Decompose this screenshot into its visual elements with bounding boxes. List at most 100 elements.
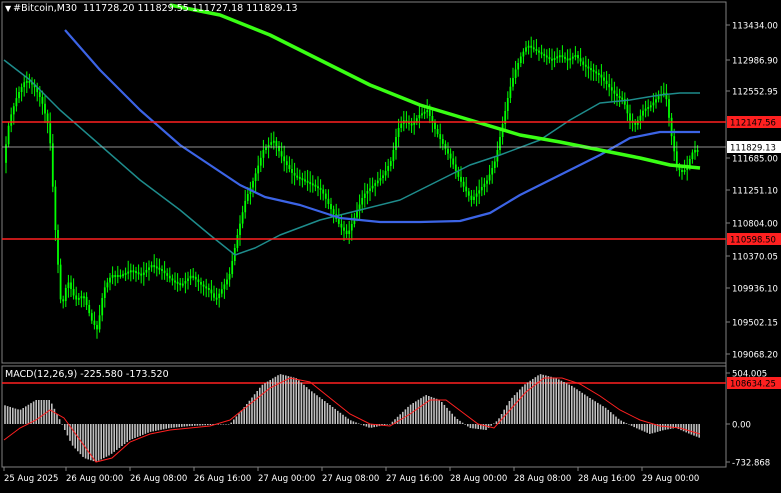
macd-histogram-bar <box>571 385 573 424</box>
candle-body <box>109 277 111 283</box>
candle-body <box>587 66 590 69</box>
candle-body <box>228 274 231 280</box>
macd-histogram-bar <box>558 379 560 424</box>
candle-body <box>475 193 478 197</box>
macd-histogram-bar <box>685 424 687 433</box>
macd-histogram-bar <box>643 424 646 432</box>
candle-body <box>514 69 517 78</box>
macd-histogram-bar <box>573 387 576 424</box>
candle-body <box>285 161 288 166</box>
macd-histogram-bar <box>51 403 53 424</box>
macd-histogram-bar <box>599 404 602 424</box>
macd-histogram-bar <box>105 424 108 457</box>
macd-histogram-bar <box>485 424 487 430</box>
macd-histogram-bar <box>493 423 495 424</box>
macd-histogram-bar <box>147 424 149 433</box>
macd-histogram-bar <box>542 374 544 424</box>
candle-body <box>25 80 28 83</box>
macd-histogram-bar <box>589 398 591 424</box>
candle-body <box>244 200 247 213</box>
macd-histogram-bar <box>303 384 305 424</box>
candle-body <box>200 282 202 285</box>
candle-body <box>15 98 18 107</box>
macd-histogram-bar <box>222 424 225 425</box>
macd-histogram-bar <box>597 402 599 424</box>
price-tick-label: 109068.20 <box>732 351 778 361</box>
candle-body <box>561 55 564 58</box>
macd-histogram-bar <box>555 378 557 424</box>
macd-histogram-bar <box>6 406 9 424</box>
candle-body <box>488 174 491 181</box>
candle-body <box>314 184 317 187</box>
candle-body <box>119 275 122 277</box>
macd-histogram-bar <box>464 424 466 425</box>
symbol-label: #Bitcoin,M30 <box>13 3 77 14</box>
candle-body <box>574 55 577 57</box>
candle-body <box>512 78 514 87</box>
candle-body <box>145 270 148 273</box>
candle-body <box>181 283 184 286</box>
candle-body <box>551 58 553 61</box>
macd-label: MACD(12,26,9) <box>5 369 78 380</box>
macd-histogram-bar <box>191 424 193 426</box>
candle-body <box>54 186 57 230</box>
candle-body <box>137 272 140 275</box>
candle-body <box>569 58 572 61</box>
macd-histogram-bar <box>680 424 682 431</box>
candle-body <box>553 58 556 60</box>
dropdown-arrow-icon[interactable]: ▼ <box>5 4 11 13</box>
macd-histogram-bar <box>389 424 391 425</box>
candle-body <box>239 223 241 235</box>
macd-histogram-bar <box>625 423 628 424</box>
macd-histogram-bar <box>113 424 115 452</box>
candle-body <box>59 264 62 300</box>
candle-body <box>270 142 273 145</box>
candle-body <box>259 157 262 166</box>
current-price-label: 111829.13 <box>730 144 776 154</box>
macd-histogram-bar <box>53 408 56 424</box>
candle-body <box>158 267 161 270</box>
macd-values: -225.580 -173.520 <box>80 369 169 380</box>
price-tick-label: 112552.95 <box>732 88 778 98</box>
macd-histogram-bar <box>638 424 641 430</box>
macd-histogram-bar <box>311 391 313 424</box>
macd-histogram-bar <box>425 395 427 424</box>
candle-body <box>428 110 431 116</box>
time-tick-label: 26 Aug 16:00 <box>194 474 251 484</box>
chart-window[interactable]: 112147.56 110598.50 108634.25 111829.13 1134… <box>0 0 781 489</box>
macd-histogram-bar <box>591 399 594 424</box>
macd-histogram-bar <box>334 408 336 424</box>
candle-body <box>150 265 153 268</box>
macd-histogram-bar <box>279 374 282 424</box>
macd-histogram-bar <box>66 424 69 436</box>
macd-histogram-bar <box>103 424 105 459</box>
candle-body <box>296 175 299 178</box>
macd-histogram-bar <box>313 393 316 424</box>
macd-histogram-bar <box>61 424 63 425</box>
candle-body <box>168 275 171 279</box>
macd-histogram-bar <box>269 379 271 424</box>
price-chart[interactable]: 112147.56 110598.50 108634.25 111829.13 1134… <box>0 0 781 489</box>
macd-histogram-bar <box>264 383 266 424</box>
macd-histogram-bar <box>207 424 209 426</box>
macd-histogram-bar <box>188 424 191 427</box>
macd-tick-label: -732.868 <box>732 459 770 469</box>
macd-histogram-bar <box>682 424 685 432</box>
macd-histogram-bar <box>331 406 334 424</box>
macd-histogram-bar <box>355 422 357 424</box>
macd-histogram-bar <box>272 378 274 424</box>
candle-body <box>439 134 442 139</box>
macd-histogram-bar <box>550 376 552 424</box>
macd-histogram-bar <box>578 391 581 424</box>
candle-body <box>220 289 223 294</box>
candle-body <box>67 282 70 288</box>
candle-body <box>304 179 306 182</box>
candle-body <box>470 195 473 200</box>
candle-body <box>101 298 104 316</box>
macd-histogram-bar <box>415 401 417 424</box>
macd-histogram-bar <box>87 424 89 460</box>
macd-tick-label: 0.00 <box>732 421 751 431</box>
candle-body <box>478 190 481 194</box>
candle-body <box>106 282 109 288</box>
candle-body <box>327 198 330 204</box>
